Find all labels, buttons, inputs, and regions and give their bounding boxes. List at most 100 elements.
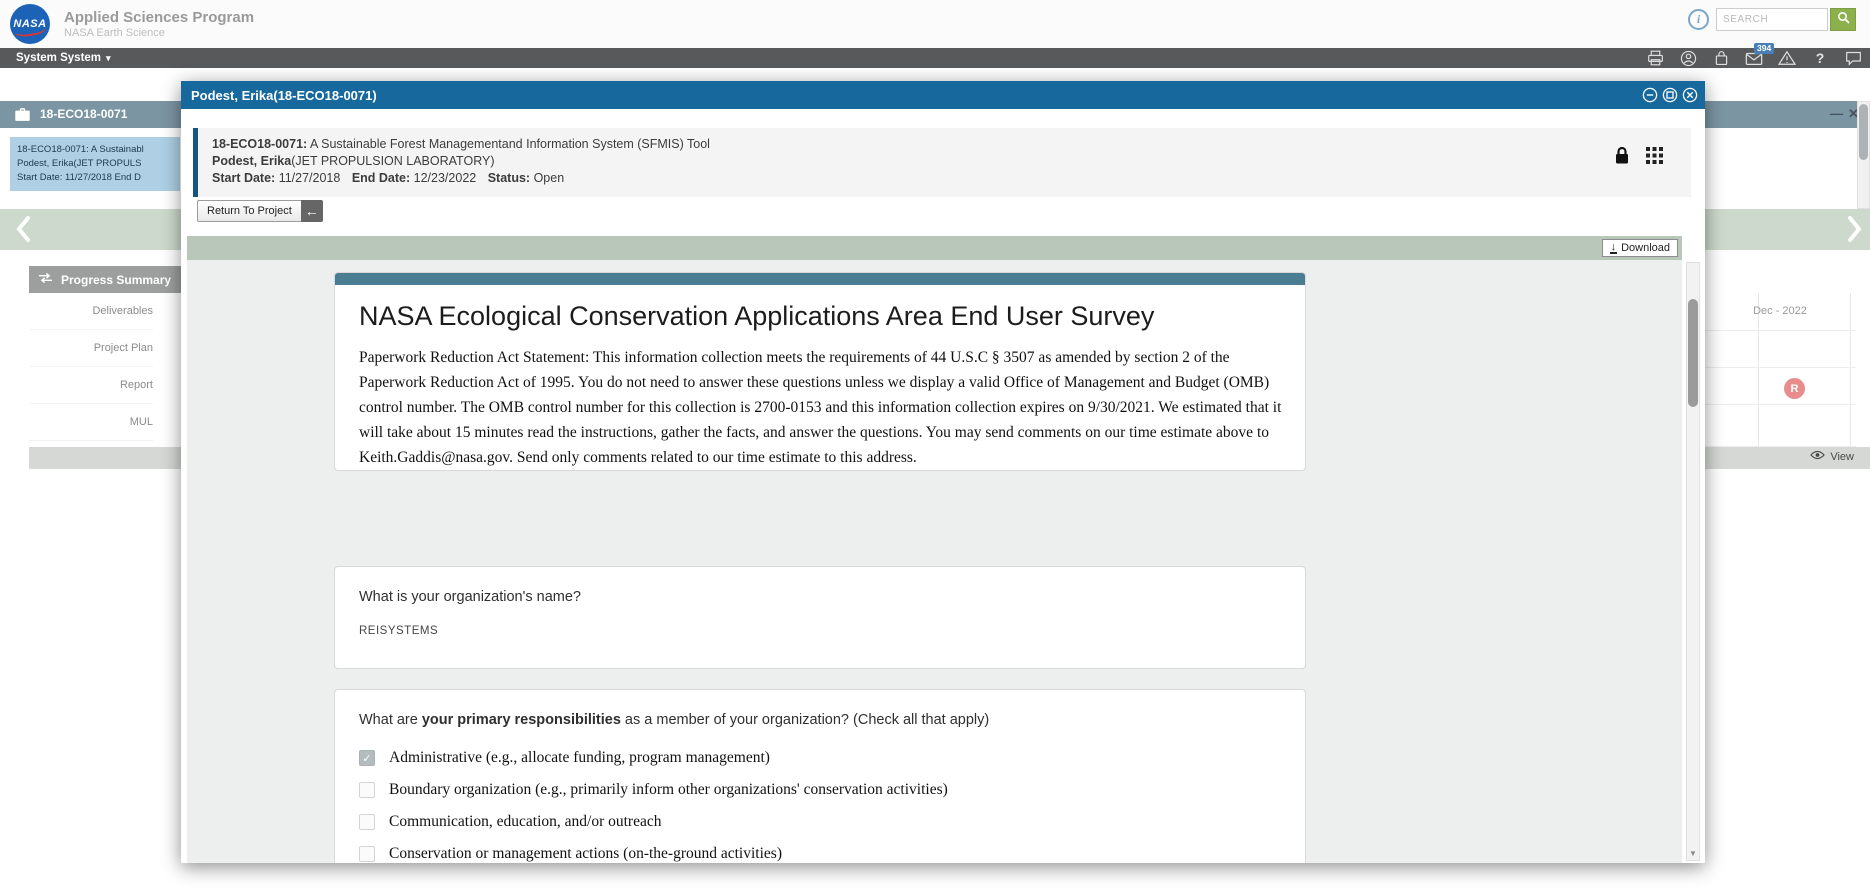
checkbox-label: Communication, education, and/or outreac…	[389, 813, 661, 831]
download-button[interactable]: ↓ Download	[1602, 239, 1678, 257]
lock-icon[interactable]	[1614, 146, 1630, 170]
warning-icon[interactable]	[1778, 50, 1796, 66]
grid-icon[interactable]	[1646, 147, 1663, 169]
view-button[interactable]: View	[1810, 450, 1854, 463]
magnifier-icon	[1837, 11, 1850, 29]
project-item-line3: Start Date: 11/27/2018 End D	[17, 171, 173, 185]
checkbox-option[interactable]: Conservation or management actions (on-t…	[359, 838, 1281, 863]
system-menu-label: System System	[16, 52, 101, 64]
modal-scrollbar[interactable]: ▼	[1686, 262, 1700, 861]
eye-icon	[1810, 450, 1825, 463]
close-icon[interactable]	[1682, 87, 1698, 108]
download-label: Download	[1621, 242, 1670, 254]
checkbox-label: Administrative (e.g., allocate funding, …	[389, 749, 770, 767]
scroll-left-icon[interactable]	[14, 215, 34, 248]
scroll-down-icon[interactable]: ▼	[1687, 846, 1699, 860]
timeline-column-header: Dec - 2022	[1704, 305, 1856, 317]
question-2-options: ✓ Administrative (e.g., allocate funding…	[359, 742, 1281, 863]
project-item-line2: Podest, Erika(JET PROPULS	[17, 157, 173, 171]
search-button[interactable]	[1830, 8, 1856, 31]
progress-row-label: MUL	[130, 416, 153, 428]
start-date-value: 11/27/2018	[279, 171, 341, 185]
mail-badge: 394	[1754, 43, 1774, 54]
progress-summary-title: Progress Summary	[61, 273, 171, 287]
status-value: Open	[534, 171, 565, 185]
modal-title-bar[interactable]: Podest, Erika(18-ECO18-0071)	[181, 81, 1705, 109]
survey-document-area: NASA Ecological Conservation Application…	[187, 260, 1682, 863]
modal-title: Podest, Erika(18-ECO18-0071)	[191, 88, 377, 103]
end-date-value: 12/23/2022	[414, 171, 477, 185]
survey-question-2-card: What are your primary responsibilities a…	[334, 689, 1306, 863]
project-tab-title: 18-ECO18-0071	[40, 107, 127, 121]
checkbox-label: Conservation or management actions (on-t…	[389, 845, 782, 863]
user-icon[interactable]	[1679, 50, 1697, 66]
question-1-answer: REISYSTEMS	[359, 625, 1281, 637]
progress-rows: Deliverables Project Plan Report MUL	[29, 293, 153, 441]
left-arrow-icon: ←	[301, 200, 323, 222]
checkbox[interactable]	[359, 782, 375, 798]
checkbox[interactable]	[359, 846, 375, 862]
checkbox-option[interactable]: ✓ Administrative (e.g., allocate funding…	[359, 742, 1281, 774]
checkbox-option[interactable]: Communication, education, and/or outreac…	[359, 806, 1281, 838]
search-input[interactable]	[1716, 8, 1828, 31]
briefcase-icon	[14, 107, 31, 127]
checkbox[interactable]	[359, 814, 375, 830]
minimize-icon[interactable]	[1642, 87, 1658, 108]
progress-icon	[38, 272, 53, 287]
timeline-gridline	[1704, 367, 1856, 368]
restore-icon[interactable]	[1662, 87, 1678, 108]
tab-minimize-icon[interactable]: —	[1830, 106, 1843, 121]
progress-row-label: Project Plan	[94, 342, 153, 354]
progress-row-label: Report	[120, 379, 153, 391]
checkbox-option[interactable]: Boundary organization (e.g., primarily i…	[359, 774, 1281, 806]
pi-org: (JET PROPULSION LABORATORY)	[291, 154, 494, 168]
scroll-right-icon[interactable]	[1844, 215, 1864, 248]
checkbox[interactable]: ✓	[359, 750, 375, 766]
project-detail-modal: Podest, Erika(18-ECO18-0071) 18-ECO18-00…	[181, 81, 1705, 863]
survey-card-accent-bar	[335, 273, 1305, 285]
survey-title: NASA Ecological Conservation Application…	[359, 301, 1281, 332]
download-icon: ↓	[1610, 242, 1618, 254]
progress-row[interactable]: Report	[29, 367, 153, 404]
report-status-badge[interactable]: R	[1784, 378, 1805, 399]
timeline-gridline	[1704, 404, 1856, 405]
progress-row[interactable]: Project Plan	[29, 330, 153, 367]
progress-row[interactable]: Deliverables	[29, 293, 153, 330]
app-subtitle: NASA Earth Science	[64, 27, 165, 39]
project-summary-header: 18-ECO18-0071: A Sustainable Forest Mana…	[193, 128, 1691, 197]
app-title: Applied Sciences Program	[64, 9, 254, 26]
start-date-label: Start Date:	[212, 171, 275, 185]
workspace-scrollbar[interactable]	[1857, 101, 1870, 209]
question-2-text: What are your primary responsibilities a…	[359, 712, 1281, 728]
system-menu[interactable]: System System ▾	[16, 52, 111, 64]
system-bar: System System ▾ 394 ?	[0, 48, 1870, 68]
project-item-line1: 18-ECO18-0071: A Sustainabl	[17, 143, 173, 157]
app-header: NASA Applied Sciences Program NASA Earth…	[0, 0, 1870, 48]
progress-row[interactable]: MUL	[29, 404, 153, 441]
question-2-prefix: What are	[359, 712, 422, 728]
workspace-scrollbar-thumb[interactable]	[1859, 104, 1868, 160]
modal-window-controls	[1642, 87, 1698, 108]
document-toolbar: ↓ Download	[187, 236, 1682, 260]
progress-row-label: Deliverables	[92, 305, 153, 317]
bag-icon[interactable]	[1712, 50, 1730, 66]
checkbox-label: Boundary organization (e.g., primarily i…	[389, 781, 948, 799]
end-date-label: End Date:	[352, 171, 410, 185]
survey-intro-paragraph: Paperwork Reduction Act Statement: This …	[359, 345, 1283, 471]
question-2-bold: your primary responsibilities	[422, 712, 621, 728]
survey-question-1-card: What is your organization's name? REISYS…	[334, 566, 1306, 669]
nasa-logo[interactable]: NASA	[10, 4, 50, 44]
printer-icon[interactable]	[1646, 50, 1664, 66]
help-icon[interactable]: ?	[1811, 50, 1829, 66]
timeline-gridline	[1704, 330, 1856, 331]
modal-scrollbar-thumb[interactable]	[1688, 299, 1698, 407]
return-to-project-button[interactable]: Return To Project ←	[197, 200, 323, 222]
timeline-grid: Dec - 2022	[1704, 293, 1856, 447]
info-icon[interactable]: i	[1688, 9, 1709, 30]
pi-name: Podest, Erika	[212, 154, 291, 168]
question-2-suffix: as a member of your organization? (Check…	[621, 712, 989, 728]
project-list-item[interactable]: 18-ECO18-0071: A Sustainabl Podest, Erik…	[10, 137, 180, 191]
mail-icon[interactable]: 394	[1745, 50, 1763, 66]
chat-icon[interactable]	[1844, 50, 1862, 66]
status-label: Status:	[488, 171, 530, 185]
